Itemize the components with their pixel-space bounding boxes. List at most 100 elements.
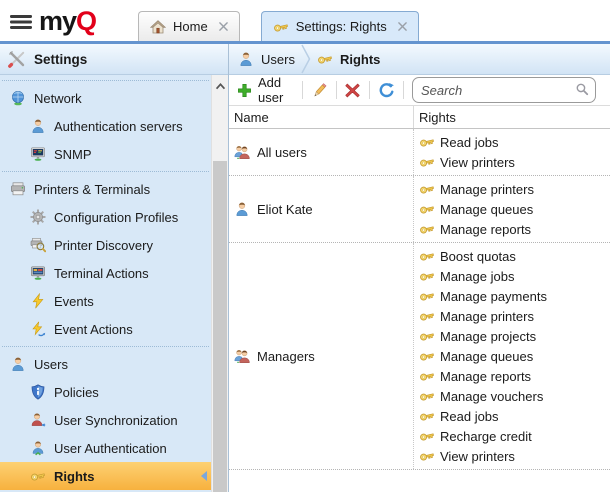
table-row[interactable]: All usersRead jobsView printers	[229, 129, 610, 176]
toolbar: Add user	[229, 75, 610, 106]
breadcrumb-separator-icon	[301, 44, 311, 74]
right-label: Manage queues	[440, 349, 533, 364]
right-label: Manage vouchers	[440, 389, 543, 404]
sidebar-item-printer-discovery[interactable]: Printer Discovery	[0, 231, 211, 259]
rights-cell: Read jobsView printers	[414, 129, 610, 175]
key-icon	[419, 154, 435, 170]
myq-admin-window: myQ Home Settings: Rights Settings Netwo…	[0, 0, 610, 492]
right-label: Boost quotas	[440, 249, 516, 264]
breadcrumb-item-rights[interactable]: Rights	[317, 51, 380, 67]
user-icon	[30, 118, 46, 134]
add-user-button[interactable]: Add user	[237, 75, 294, 105]
sidebar-item-snmp[interactable]: SNMP	[0, 140, 211, 168]
right-label: Manage printers	[440, 309, 534, 324]
sidebar-item-authentication-servers[interactable]: Authentication servers	[0, 112, 211, 140]
delete-icon[interactable]	[344, 82, 361, 99]
right-entry: Read jobs	[419, 132, 610, 152]
toolbar-separator	[302, 81, 303, 99]
sidebar-item-policies[interactable]: Policies	[0, 378, 211, 406]
sidebar-item-user-synchronization[interactable]: User Synchronization	[0, 406, 211, 434]
refresh-icon[interactable]	[378, 82, 395, 99]
sidebar-item-label: User Authentication	[54, 441, 167, 456]
group-icon	[234, 144, 250, 160]
scrollbar-thumb[interactable]	[213, 161, 227, 492]
breadcrumb-item-users[interactable]: Users	[238, 51, 295, 67]
search-input[interactable]	[412, 77, 596, 103]
rights-cell: Boost quotasManage jobsManage paymentsMa…	[414, 243, 610, 469]
tab-bar: Home Settings: Rights	[138, 11, 419, 41]
main-pane: Users Rights Add user Name	[229, 44, 610, 492]
key-icon	[419, 288, 435, 304]
table-row[interactable]: Eliot KateManage printersManage queuesMa…	[229, 176, 610, 243]
tab-settings-rights[interactable]: Settings: Rights	[261, 11, 419, 41]
close-icon[interactable]	[219, 22, 228, 31]
key-icon	[419, 248, 435, 264]
sidebar-item-events[interactable]: Events	[0, 287, 211, 315]
sidebar-section-users[interactable]: Users	[0, 350, 211, 378]
key-icon	[419, 134, 435, 150]
right-entry: Manage projects	[419, 326, 610, 346]
right-label: Manage reports	[440, 369, 531, 384]
sidebar-item-terminal-actions[interactable]: Terminal Actions	[0, 259, 211, 287]
user-icon	[234, 201, 250, 217]
sidebar-section-label: Printers & Terminals	[34, 182, 150, 197]
sidebar-item-event-actions[interactable]: Event Actions	[0, 315, 211, 343]
sidebar-item-user-authentication[interactable]: User Authentication	[0, 434, 211, 462]
sidebar-section-printers-terminals[interactable]: Printers & Terminals	[0, 175, 211, 203]
edit-pencil-icon[interactable]	[311, 82, 328, 99]
right-entry: Manage printers	[419, 306, 610, 326]
tab-label: Home	[173, 19, 208, 34]
column-header-name[interactable]: Name	[229, 106, 414, 128]
sidebar-divider	[2, 346, 209, 347]
key-icon	[419, 388, 435, 404]
right-label: Manage projects	[440, 329, 536, 344]
hamburger-menu-icon[interactable]	[10, 14, 32, 30]
right-entry: Recharge credit	[419, 426, 610, 446]
sidebar-header: Settings	[0, 44, 228, 75]
printer-icon	[10, 181, 26, 197]
user-icon	[238, 51, 254, 67]
sidebar-item-configuration-profiles[interactable]: Configuration Profiles	[0, 203, 211, 231]
search-box	[412, 77, 596, 103]
key-icon	[419, 408, 435, 424]
printer-search-icon	[30, 237, 46, 253]
key-icon	[419, 308, 435, 324]
scroll-up-button[interactable]	[212, 75, 228, 97]
key-icon	[317, 51, 333, 67]
sidebar-divider	[2, 171, 209, 172]
breadcrumb: Users Rights	[229, 44, 610, 75]
sidebar-scrollbar[interactable]	[211, 75, 228, 492]
search-icon[interactable]	[575, 82, 589, 96]
logo-text: myQ	[39, 8, 96, 35]
group-icon	[234, 348, 250, 364]
key-icon	[419, 221, 435, 237]
tools-icon	[8, 50, 26, 68]
key-icon	[419, 428, 435, 444]
right-entry: Read jobs	[419, 406, 610, 426]
table-row[interactable]: ManagersBoost quotasManage jobsManage pa…	[229, 243, 610, 470]
sidebar-section-network[interactable]: Network	[0, 84, 211, 112]
sidebar-item-label: Rights	[54, 469, 94, 484]
sidebar-item-label: SNMP	[54, 147, 92, 162]
sidebar-item-label: Configuration Profiles	[54, 210, 178, 225]
key-icon	[419, 348, 435, 364]
sidebar-title: Settings	[34, 52, 87, 67]
user-sync-icon	[30, 412, 46, 428]
key-icon	[419, 328, 435, 344]
right-entry: Manage jobs	[419, 266, 610, 286]
column-header-rights[interactable]: Rights	[414, 106, 610, 128]
right-label: Manage queues	[440, 202, 533, 217]
sidebar-item-rights[interactable]: Rights	[0, 462, 211, 490]
name-cell: All users	[229, 129, 414, 175]
key-icon	[30, 468, 46, 484]
sidebar-item-label: Authentication servers	[54, 119, 183, 134]
tab-home[interactable]: Home	[138, 11, 240, 41]
right-label: Read jobs	[440, 135, 499, 150]
rights-cell: Manage printersManage queuesManage repor…	[414, 176, 610, 242]
close-icon[interactable]	[398, 22, 407, 31]
settings-sidebar: Settings Network Authentication servers SN…	[0, 44, 229, 492]
toolbar-separator	[369, 81, 370, 99]
sidebar-item-label: Event Actions	[54, 322, 133, 337]
sidebar-item-label: User Synchronization	[54, 413, 178, 428]
right-label: View printers	[440, 449, 515, 464]
